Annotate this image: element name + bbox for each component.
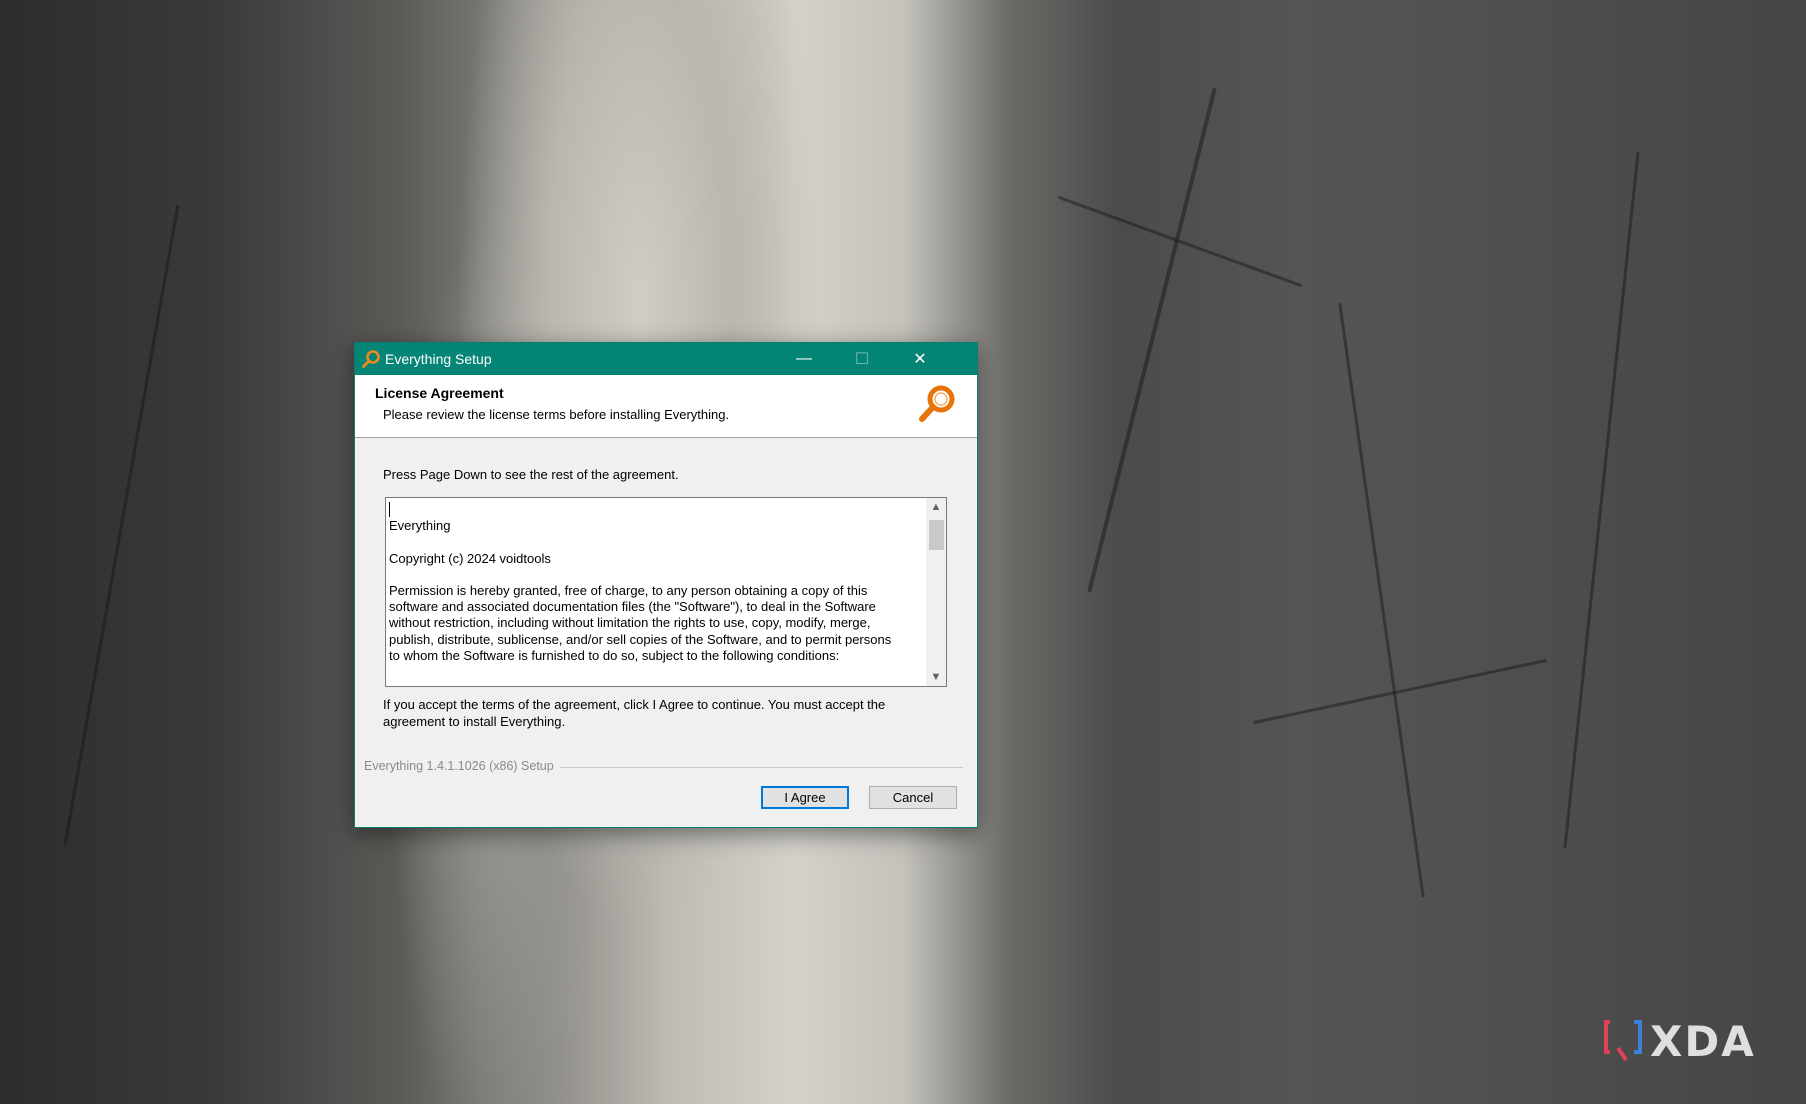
vertical-scrollbar[interactable]: ▲ ▼	[926, 498, 946, 686]
scroll-down-icon[interactable]: ▼	[926, 668, 946, 686]
scroll-up-icon[interactable]: ▲	[926, 498, 946, 516]
license-line	[389, 534, 919, 550]
scroll-thumb[interactable]	[929, 520, 944, 550]
watermark-text: XDA	[1650, 1016, 1756, 1066]
magnifier-icon	[919, 385, 955, 422]
window-title: Everything Setup	[385, 351, 492, 367]
rock-crack	[1563, 151, 1640, 849]
xda-logo-icon	[1604, 1020, 1642, 1062]
license-line: software and associated documentation fi…	[389, 599, 876, 615]
magnifier-icon	[362, 350, 380, 368]
license-line: to whom the Software is furnished to do …	[389, 647, 840, 663]
license-line: Permission is hereby granted, free of ch…	[389, 583, 868, 599]
instruction-text: Press Page Down to see the rest of the a…	[383, 467, 679, 482]
rock-crack	[1087, 87, 1217, 593]
maximize-button[interactable]: ☐	[833, 343, 891, 375]
rock-crack	[1252, 658, 1548, 725]
rock-crack	[63, 204, 180, 846]
rock-crack	[1338, 302, 1425, 898]
page-subtitle: Please review the license terms before i…	[383, 407, 730, 422]
license-line: publish, distribute, sublicense, and/or …	[389, 631, 892, 647]
setup-window: Everything Setup — ☐ ✕ License Agreement…	[354, 342, 978, 828]
license-line: without restriction, including without l…	[389, 615, 871, 631]
xda-watermark: XDA	[1604, 1016, 1774, 1066]
license-text: Everything Copyright (c) 2024 voidtools …	[389, 502, 919, 664]
accept-instructions: If you accept the terms of the agreement…	[383, 697, 886, 729]
page-title: License Agreement	[375, 385, 504, 401]
text-caret	[389, 502, 390, 517]
rock-crack	[1057, 195, 1303, 288]
title-bar[interactable]: Everything Setup — ☐ ✕	[355, 343, 977, 375]
license-textbox[interactable]: Everything Copyright (c) 2024 voidtools …	[385, 497, 947, 687]
agree-button[interactable]: I Agree	[761, 786, 849, 809]
cancel-button[interactable]: Cancel	[869, 786, 957, 809]
license-line: Copyright (c) 2024 voidtools	[389, 550, 551, 566]
license-line	[389, 567, 919, 583]
branding-text: Everything 1.4.1.1026 (x86) Setup	[364, 759, 560, 773]
license-line: Everything	[389, 518, 451, 534]
minimize-button[interactable]: —	[775, 343, 833, 375]
wizard-header: License Agreement Please review the lice…	[355, 375, 977, 438]
close-button[interactable]: ✕	[891, 343, 949, 375]
